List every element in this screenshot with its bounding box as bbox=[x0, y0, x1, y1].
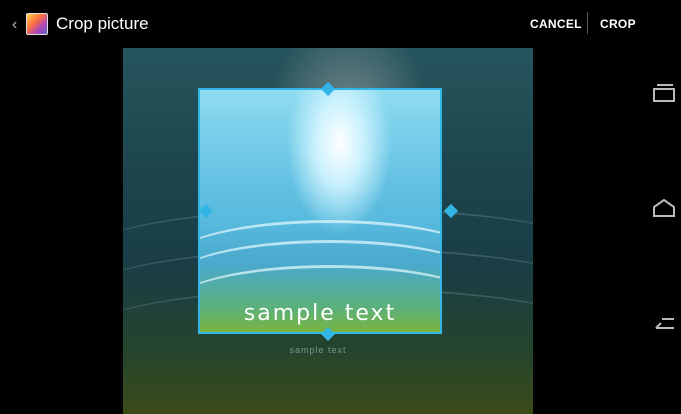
cancel-button[interactable]: CANCEL bbox=[530, 17, 582, 31]
recent-apps-icon[interactable] bbox=[652, 84, 676, 107]
screen: sample text sample text ‹ Crop picture C… bbox=[0, 0, 681, 414]
gallery-icon[interactable] bbox=[26, 13, 48, 35]
crop-selection[interactable]: sample text bbox=[198, 88, 442, 334]
action-divider bbox=[587, 12, 588, 34]
sample-text-faint: sample text bbox=[289, 345, 347, 355]
chevron-left-icon[interactable]: ‹ bbox=[12, 16, 17, 34]
system-navigation-bar bbox=[644, 0, 681, 414]
crop-button[interactable]: CROP bbox=[600, 17, 636, 31]
home-icon[interactable] bbox=[652, 198, 676, 223]
sample-text: sample text bbox=[243, 301, 397, 326]
page-title: Crop picture bbox=[56, 14, 149, 33]
back-icon[interactable] bbox=[652, 316, 678, 339]
